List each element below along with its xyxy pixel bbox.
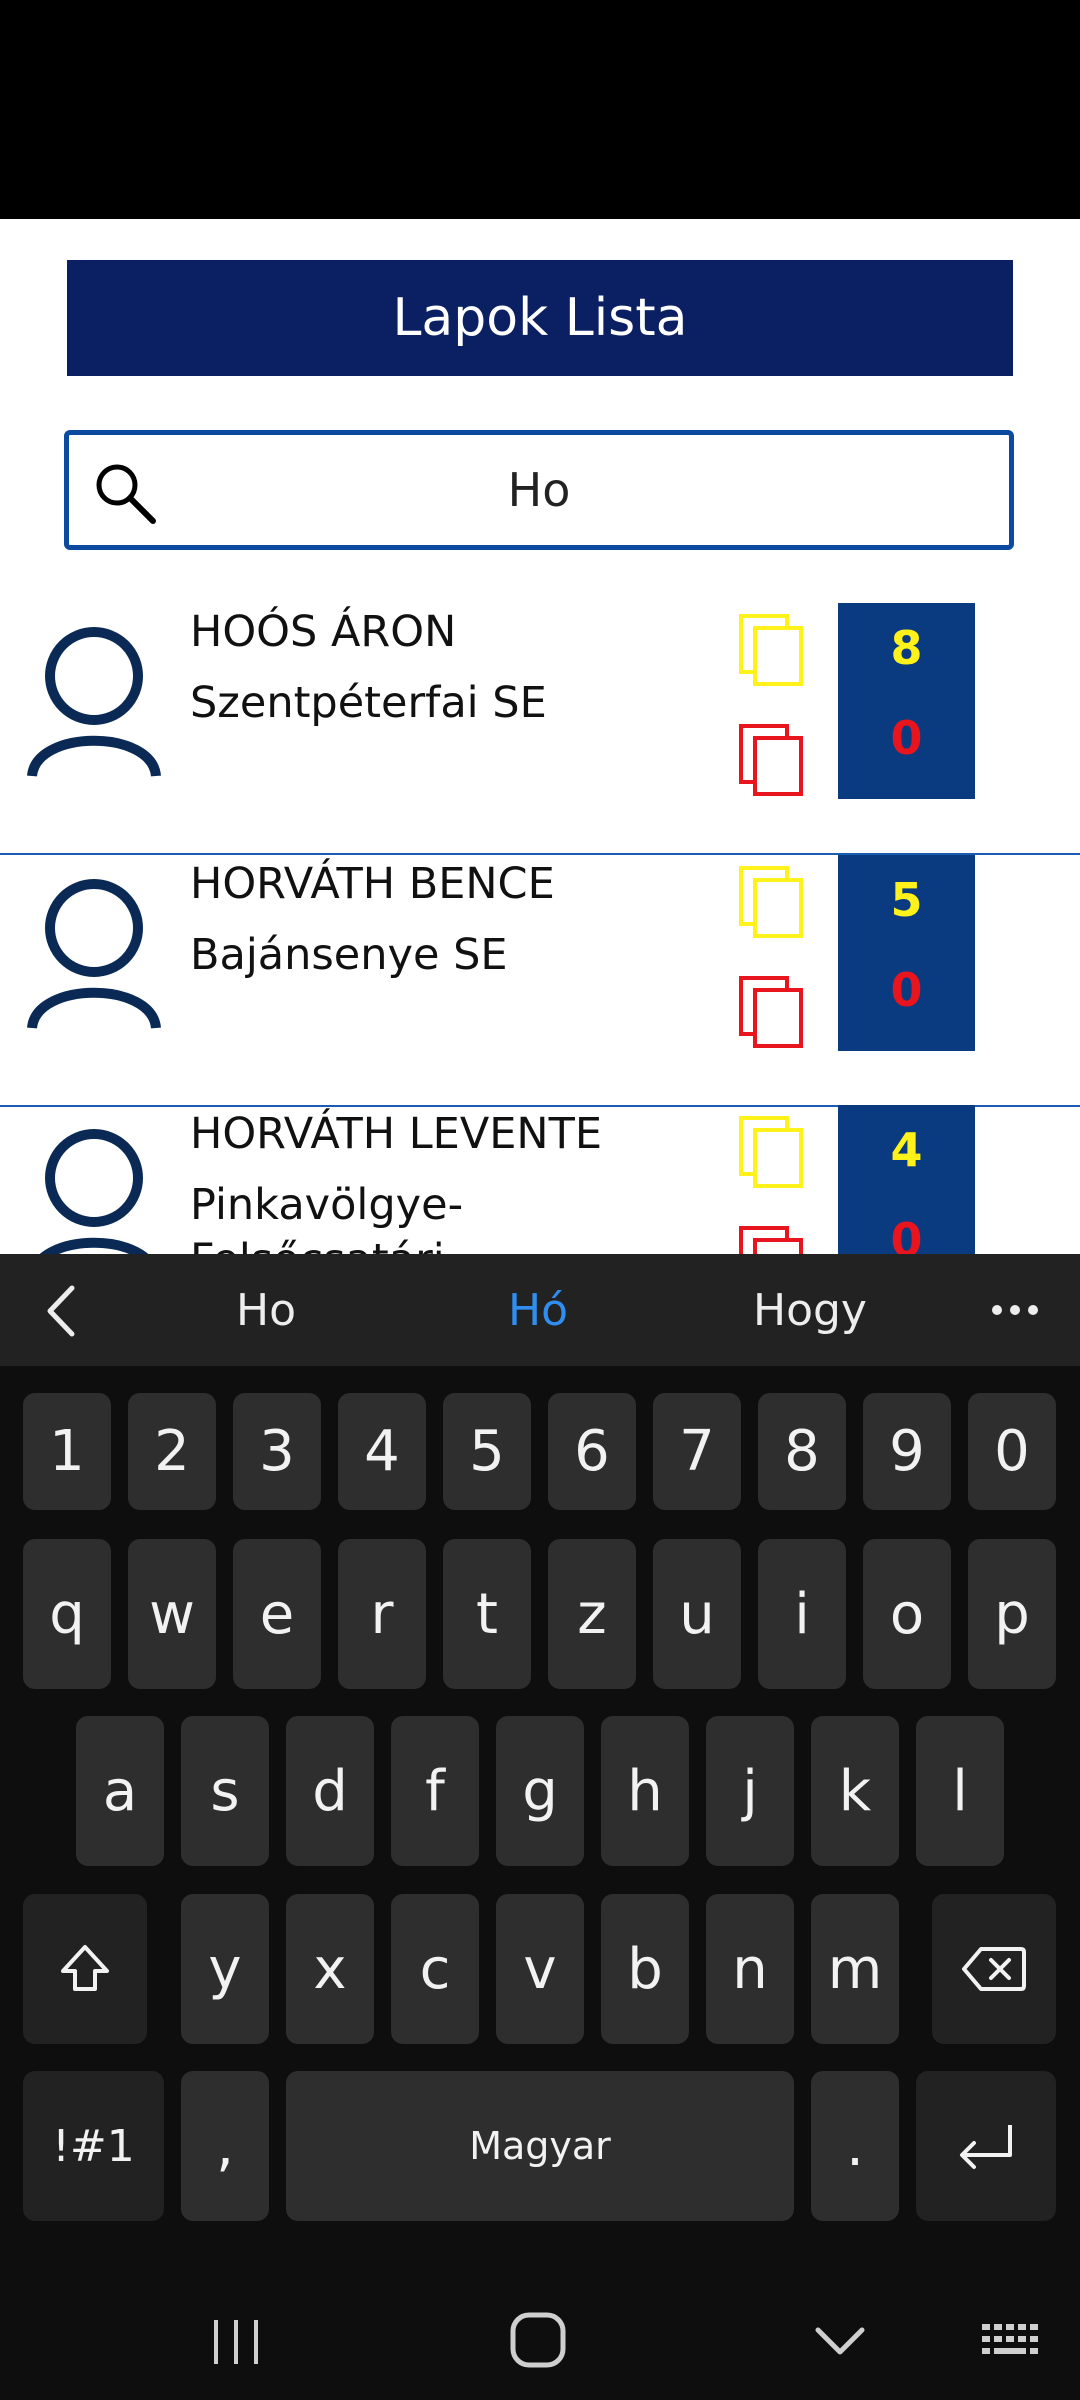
enter-key[interactable] xyxy=(916,2071,1056,2221)
key-z[interactable]: z xyxy=(548,1539,636,1689)
key-4[interactable]: 4 xyxy=(338,1393,426,1510)
key-k[interactable]: k xyxy=(811,1716,899,1866)
space-key[interactable]: Magyar xyxy=(286,2071,794,2221)
key-f[interactable]: f xyxy=(391,1716,479,1866)
yellow-count: 8 xyxy=(890,621,923,675)
person-icon xyxy=(27,879,161,1030)
key-q[interactable]: q xyxy=(23,1539,111,1689)
player-name: HORVÁTH BENCE xyxy=(190,859,555,909)
person-icon xyxy=(40,1129,148,1254)
player-name: HORVÁTH LEVENTE xyxy=(190,1109,603,1159)
app-content: Lapok Lista Ho HOÓS ÁRON Szentpéterfai S… xyxy=(0,219,1080,1254)
key-9[interactable]: 9 xyxy=(863,1393,951,1510)
key-u[interactable]: u xyxy=(653,1539,741,1689)
key-1[interactable]: 1 xyxy=(23,1393,111,1510)
home-icon[interactable] xyxy=(508,2308,568,2372)
red-card-icon xyxy=(739,976,803,1048)
period-key[interactable]: . xyxy=(811,2071,899,2221)
card-counts: 4 0 xyxy=(838,1105,975,1254)
backspace-key[interactable] xyxy=(932,1894,1056,2044)
yellow-count: 5 xyxy=(890,873,923,927)
key-n[interactable]: n xyxy=(706,1894,794,2044)
key-g[interactable]: g xyxy=(496,1716,584,1866)
yellow-card-icon xyxy=(739,1116,803,1188)
recent-apps-icon[interactable] xyxy=(210,2314,262,2370)
soft-keyboard: Ho Hó Hogy 1 2 3 4 5 6 7 8 9 0 q w e r t… xyxy=(0,1254,1080,2400)
player-club: Bajánsenye SE xyxy=(190,930,508,980)
yellow-count: 4 xyxy=(890,1123,923,1177)
key-e[interactable]: e xyxy=(233,1539,321,1689)
key-y[interactable]: y xyxy=(181,1894,269,2044)
player-club: Pinkavölgye-Felsőcsatári xyxy=(190,1180,464,1254)
enter-icon xyxy=(960,2125,1012,2169)
key-i[interactable]: i xyxy=(758,1539,846,1689)
key-x[interactable]: x xyxy=(286,1894,374,2044)
search-input[interactable]: Ho xyxy=(64,430,1014,550)
key-v[interactable]: v xyxy=(496,1894,584,2044)
keyboard-icon[interactable] xyxy=(978,2320,1042,2360)
backspace-icon xyxy=(962,1947,1026,1991)
red-count: 0 xyxy=(890,711,923,765)
key-2[interactable]: 2 xyxy=(128,1393,216,1510)
yellow-card-icon xyxy=(739,614,803,686)
key-w[interactable]: w xyxy=(128,1539,216,1689)
card-counts: 8 0 xyxy=(838,603,975,799)
search-value: Ho xyxy=(507,463,571,517)
suggestion-2[interactable]: Hó xyxy=(402,1254,674,1366)
yellow-card-icon xyxy=(739,866,803,938)
key-m[interactable]: m xyxy=(811,1894,899,2044)
key-7[interactable]: 7 xyxy=(653,1393,741,1510)
key-6[interactable]: 6 xyxy=(548,1393,636,1510)
red-count: 0 xyxy=(890,963,923,1017)
list-item[interactable]: HORVÁTH BENCE Bajánsenye SE 5 0 xyxy=(0,855,1080,1107)
list-item[interactable]: HORVÁTH LEVENTE Pinkavölgye-Felsőcsatári… xyxy=(0,1105,1080,1254)
chevron-down-icon[interactable] xyxy=(812,2322,868,2362)
key-h[interactable]: h xyxy=(601,1716,689,1866)
suggestion-bar: Ho Hó Hogy xyxy=(0,1254,1080,1366)
key-a[interactable]: a xyxy=(76,1716,164,1866)
key-0[interactable]: 0 xyxy=(968,1393,1056,1510)
red-card-icon xyxy=(739,1226,803,1254)
red-card-icon xyxy=(739,724,803,796)
key-b[interactable]: b xyxy=(601,1894,689,2044)
status-bar-area xyxy=(0,0,1080,219)
key-c[interactable]: c xyxy=(391,1894,479,2044)
list-item[interactable]: HOÓS ÁRON Szentpéterfai SE 8 0 xyxy=(0,603,1080,855)
key-r[interactable]: r xyxy=(338,1539,426,1689)
page-title: Lapok Lista xyxy=(67,260,1013,376)
key-t[interactable]: t xyxy=(443,1539,531,1689)
red-count: 0 xyxy=(890,1213,923,1254)
comma-key[interactable]: , xyxy=(181,2071,269,2221)
suggestion-1[interactable]: Ho xyxy=(130,1254,402,1366)
shift-icon xyxy=(61,1945,109,1991)
more-icon[interactable] xyxy=(990,1300,1040,1320)
key-3[interactable]: 3 xyxy=(233,1393,321,1510)
key-p[interactable]: p xyxy=(968,1539,1056,1689)
key-o[interactable]: o xyxy=(863,1539,951,1689)
chevron-left-icon[interactable] xyxy=(42,1284,82,1338)
card-counts: 5 0 xyxy=(838,855,975,1051)
suggestion-3[interactable]: Hogy xyxy=(674,1254,946,1366)
player-name: HOÓS ÁRON xyxy=(190,607,457,657)
key-l[interactable]: l xyxy=(916,1716,1004,1866)
key-5[interactable]: 5 xyxy=(443,1393,531,1510)
key-d[interactable]: d xyxy=(286,1716,374,1866)
key-s[interactable]: s xyxy=(181,1716,269,1866)
person-icon xyxy=(27,627,161,778)
key-8[interactable]: 8 xyxy=(758,1393,846,1510)
shift-key[interactable] xyxy=(23,1894,147,2044)
key-j[interactable]: j xyxy=(706,1716,794,1866)
player-club: Szentpéterfai SE xyxy=(190,678,547,728)
symbols-key[interactable]: !#1 xyxy=(23,2071,164,2221)
